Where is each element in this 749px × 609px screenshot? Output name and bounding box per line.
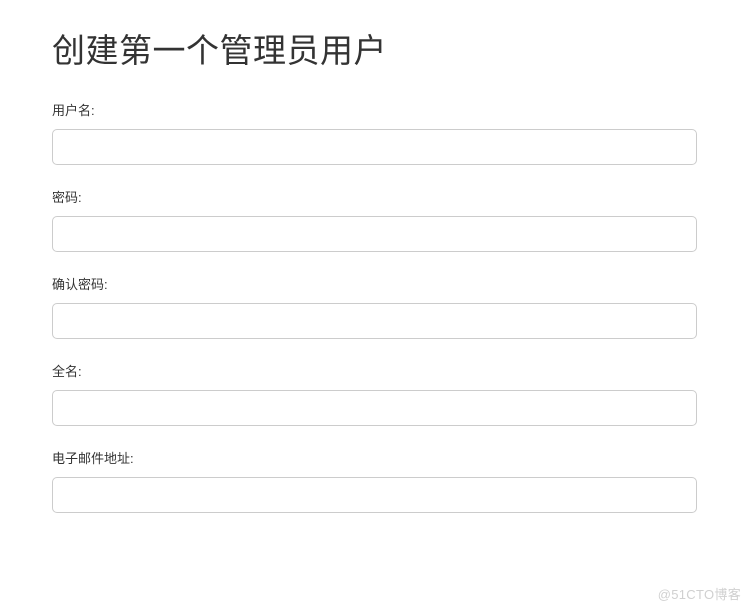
fullname-input[interactable] — [52, 390, 697, 426]
confirm-password-input[interactable] — [52, 303, 697, 339]
fullname-label: 全名: — [52, 361, 697, 380]
email-label: 电子邮件地址: — [52, 448, 697, 467]
password-input[interactable] — [52, 216, 697, 252]
password-label: 密码: — [52, 187, 697, 206]
confirm-password-label: 确认密码: — [52, 274, 697, 293]
email-input[interactable] — [52, 477, 697, 513]
form-group-confirm-password: 确认密码: — [52, 274, 697, 339]
username-input[interactable] — [52, 129, 697, 165]
form-group-fullname: 全名: — [52, 361, 697, 426]
form-group-email: 电子邮件地址: — [52, 448, 697, 513]
watermark-text: @51CTO博客 — [658, 584, 741, 603]
form-group-password: 密码: — [52, 187, 697, 252]
form-group-username: 用户名: — [52, 100, 697, 165]
page-title: 创建第一个管理员用户 — [52, 24, 697, 72]
username-label: 用户名: — [52, 100, 697, 119]
